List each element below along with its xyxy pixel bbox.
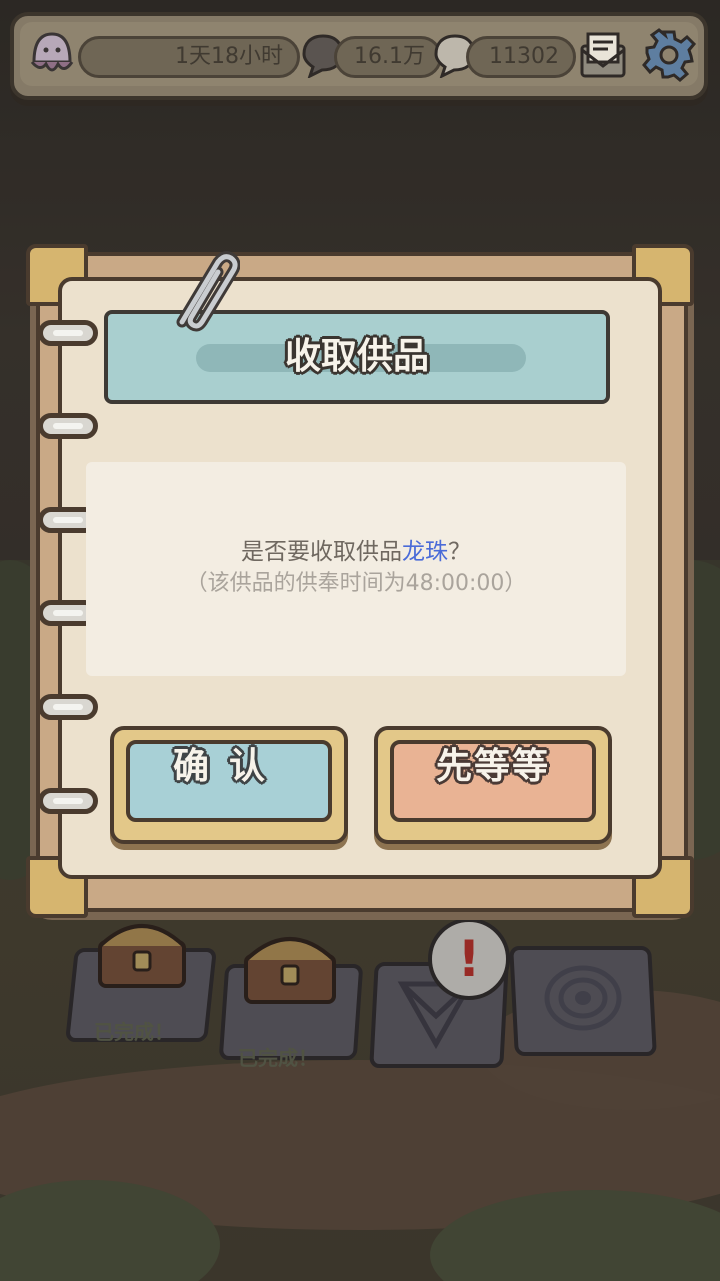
message-box: 是否要收取供品龙珠？ （该供品的供奉时间为48:00:00） bbox=[86, 462, 626, 676]
mail-icon[interactable] bbox=[574, 26, 632, 84]
offering-time-note: （该供品的供奉时间为48:00:00） bbox=[185, 571, 527, 596]
time-remaining: 1天18小时 bbox=[78, 36, 300, 78]
binder-ring bbox=[38, 413, 98, 439]
jellyfish-avatar-icon[interactable] bbox=[26, 28, 78, 84]
confirm-button-label: 确认 bbox=[172, 746, 285, 787]
dialog-question: 是否要收取供品龙珠？ bbox=[86, 532, 626, 566]
wait-button-label: 先等等 bbox=[435, 746, 550, 787]
binder-ring bbox=[38, 694, 98, 720]
currency-2-value: 11302 bbox=[466, 36, 576, 78]
offering-item-name: 龙珠 bbox=[402, 539, 448, 565]
paper-clip-icon bbox=[176, 251, 240, 332]
question-prefix: 是否要收取供品 bbox=[241, 539, 402, 565]
binder-ring bbox=[38, 788, 98, 814]
wait-button[interactable]: 先等等 bbox=[374, 726, 612, 844]
gear-icon[interactable] bbox=[640, 26, 698, 84]
binder-ring bbox=[38, 320, 98, 346]
question-suffix: ？ bbox=[448, 539, 471, 565]
top-status-bar: 1天18小时 16.1万 11302 bbox=[10, 12, 708, 100]
currency-1-value: 16.1万 bbox=[334, 36, 442, 78]
confirm-button[interactable]: 确认 bbox=[110, 726, 348, 844]
